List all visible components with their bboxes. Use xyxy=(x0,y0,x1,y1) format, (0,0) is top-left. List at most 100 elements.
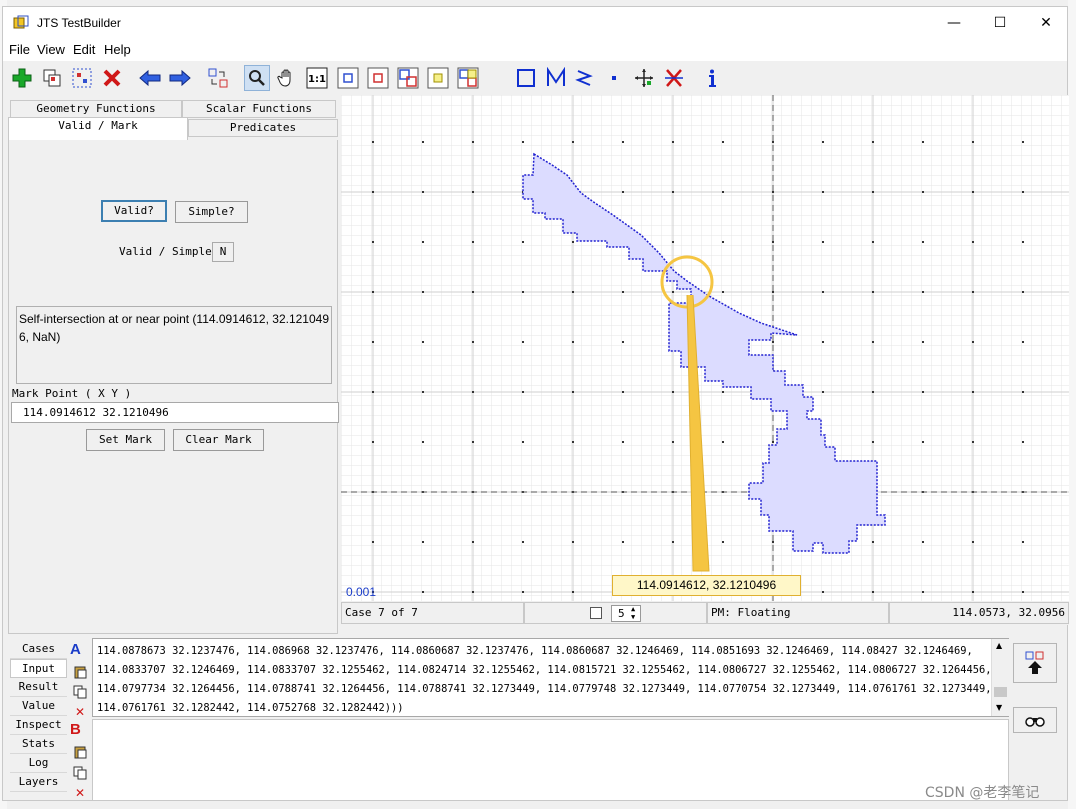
grid-dot xyxy=(922,391,924,393)
grid-dot xyxy=(922,241,924,243)
grid-dot xyxy=(822,241,824,243)
zoom-to-b-icon[interactable] xyxy=(365,65,391,91)
spinner-arrows-icon[interactable]: ▲ ▼ xyxy=(631,605,635,621)
grid-spinner[interactable]: 5 xyxy=(611,605,641,622)
copy-case-icon[interactable] xyxy=(39,65,65,91)
menu-help[interactable]: Help xyxy=(104,42,131,57)
tab-inspect[interactable]: Inspect xyxy=(10,716,67,735)
grid-dot xyxy=(972,191,974,193)
grid-dot xyxy=(972,391,974,393)
scroll-down-icon[interactable]: ▼ xyxy=(996,703,1002,712)
menu-file[interactable]: File xyxy=(9,42,30,57)
grid-dot xyxy=(672,441,674,443)
geometry-b-textarea[interactable] xyxy=(92,719,1009,801)
draw-line-icon[interactable] xyxy=(571,65,597,91)
add-case-icon[interactable] xyxy=(9,65,35,91)
delete-icon[interactable] xyxy=(99,65,125,91)
draw-polygon-icon[interactable] xyxy=(513,65,539,91)
title-bar: JTS TestBuilder — ☐ ✕ xyxy=(3,7,1067,39)
edit-vertex-icon[interactable] xyxy=(631,65,657,91)
tab-value[interactable]: Value xyxy=(10,697,67,716)
grid-dot xyxy=(722,141,724,143)
info-icon[interactable] xyxy=(699,65,725,91)
copy-a-icon[interactable] xyxy=(71,683,89,701)
draw-linestring-icon[interactable] xyxy=(543,65,569,91)
grid-dot xyxy=(572,541,574,543)
grid-dot xyxy=(922,291,924,293)
geometry-a-label: A xyxy=(70,641,81,658)
zoom-to-full-icon[interactable] xyxy=(455,65,481,91)
tab-stats[interactable]: Stats xyxy=(10,735,67,754)
tab-scalar-functions[interactable]: Scalar Functions xyxy=(182,100,336,118)
close-button[interactable]: ✕ xyxy=(1023,7,1069,39)
app-icon xyxy=(13,15,29,29)
watermark: CSDN @老李笔记 xyxy=(925,785,1040,801)
grid-dot xyxy=(922,191,924,193)
tab-result[interactable]: Result xyxy=(10,678,67,697)
paste-a-icon[interactable] xyxy=(71,663,89,681)
menu-edit[interactable]: Edit xyxy=(73,42,95,57)
grid-dot xyxy=(772,241,774,243)
grid-dot xyxy=(1022,291,1024,293)
paste-b-icon[interactable] xyxy=(71,743,89,761)
delete-vertex-icon[interactable] xyxy=(661,65,687,91)
tab-input[interactable]: Input xyxy=(10,659,67,678)
simple-button[interactable]: Simple? xyxy=(175,201,248,223)
grid-dot xyxy=(622,541,624,543)
grid-dot xyxy=(622,391,624,393)
grid-dot xyxy=(722,291,724,293)
menu-view[interactable]: View xyxy=(37,42,65,57)
tab-log[interactable]: Log xyxy=(10,754,67,773)
grid-dot xyxy=(622,441,624,443)
zoom-to-input-icon[interactable] xyxy=(395,65,421,91)
tab-layers[interactable]: Layers xyxy=(10,773,67,792)
grid-dot xyxy=(972,591,974,593)
geometry-a-textarea[interactable]: 114.0878673 32.1237476, 114.086968 32.12… xyxy=(92,638,1009,717)
tab-valid-mark[interactable]: Valid / Mark xyxy=(8,117,188,141)
clear-a-icon[interactable]: ✕ xyxy=(71,703,89,721)
grid-dot xyxy=(1022,391,1024,393)
minimize-icon: — xyxy=(947,15,961,31)
grid-size-label: 0.001 xyxy=(346,585,377,599)
clear-mark-button[interactable]: Clear Mark xyxy=(173,429,264,451)
scroll-up-icon[interactable]: ▲ xyxy=(996,641,1002,650)
valid-mark-content: Valid? Simple? Valid / Simple N Self-int… xyxy=(8,140,339,634)
draw-point-icon[interactable] xyxy=(601,65,627,91)
show-grid-checkbox[interactable] xyxy=(590,607,602,619)
set-mark-button[interactable]: Set Mark xyxy=(86,429,165,451)
one-to-one-icon[interactable]: 1:1 xyxy=(304,65,330,91)
grid-dot xyxy=(572,241,574,243)
grid-dot xyxy=(972,341,974,343)
grid-dot xyxy=(772,141,774,143)
tab-geometry-functions[interactable]: Geometry Functions xyxy=(10,100,182,118)
zoom-to-result-icon[interactable] xyxy=(425,65,451,91)
exchange-geometries-icon[interactable] xyxy=(205,65,231,91)
grid-dot xyxy=(372,341,374,343)
zoom-to-a-icon[interactable] xyxy=(335,65,361,91)
grid-dot xyxy=(472,591,474,593)
grid-dot xyxy=(472,441,474,443)
pan-icon[interactable] xyxy=(274,65,300,91)
zoom-icon[interactable] xyxy=(244,65,270,91)
grid-dot xyxy=(622,141,624,143)
select-icon[interactable] xyxy=(69,65,95,91)
next-case-icon[interactable] xyxy=(167,65,193,91)
mark-point-input[interactable]: 114.0914612 32.1210496 xyxy=(11,402,339,423)
tab-predicates[interactable]: Predicates xyxy=(188,119,338,137)
geometry-canvas[interactable]: 114.0914612, 32.1210496 0.001 xyxy=(341,95,1069,601)
inspect-geometry-button[interactable] xyxy=(1013,707,1057,733)
grid-dot xyxy=(872,341,874,343)
prev-case-icon[interactable] xyxy=(137,65,163,91)
canvas-drawing xyxy=(341,95,1069,601)
clear-b-icon[interactable]: ✕ xyxy=(71,784,89,802)
geometry-a-scrollbar[interactable]: ▲ ▼ xyxy=(991,639,1009,716)
load-result-button[interactable] xyxy=(1013,643,1057,683)
tab-cases[interactable]: Cases xyxy=(10,640,67,659)
maximize-button[interactable]: ☐ xyxy=(977,7,1023,39)
minimize-button[interactable]: — xyxy=(931,7,977,39)
scroll-thumb[interactable] xyxy=(994,687,1007,697)
valid-button[interactable]: Valid? xyxy=(101,200,167,222)
grid-dot xyxy=(472,191,474,193)
grid-dot xyxy=(572,291,574,293)
copy-b-icon[interactable] xyxy=(71,764,89,782)
